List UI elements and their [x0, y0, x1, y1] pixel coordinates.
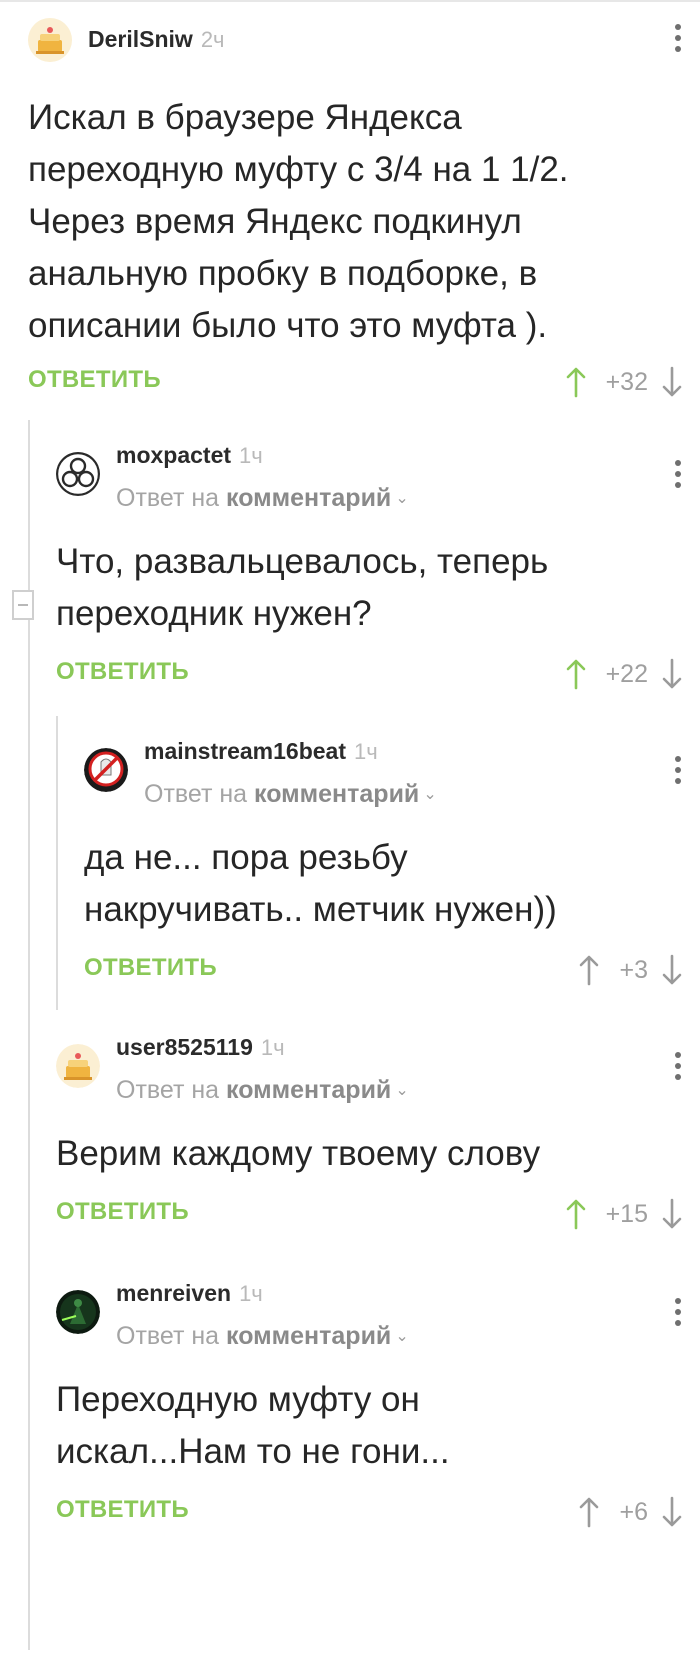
comment-text: Переходную муфту он искал...Нам то не го…: [56, 1380, 450, 1471]
reply-button[interactable]: ОТВЕТИТЬ: [56, 1198, 189, 1226]
author-name[interactable]: moxpactet: [116, 442, 231, 468]
minus-icon: [18, 604, 28, 606]
upvote-arrow-icon[interactable]: [564, 1197, 588, 1231]
comment-author[interactable]: user8525119 1ч: [116, 1034, 285, 1061]
reply-to-link[interactable]: Ответ на комментарий ⌄: [116, 1322, 409, 1351]
upvote-arrow-icon[interactable]: [577, 1495, 601, 1529]
chevron-down-icon: ⌄: [423, 786, 437, 803]
comment: mainstream16beat 1ч Ответ на комментарий ⌄…: [84, 738, 700, 992]
cake-avatar-icon[interactable]: [28, 18, 72, 62]
comment-time: 2ч: [200, 27, 225, 52]
comment: user8525119 1ч Ответ на комментарий ⌄ Вери…: [56, 1034, 700, 1236]
author-name[interactable]: mainstream16beat: [144, 738, 346, 764]
vote-controls: +6: [577, 1490, 684, 1534]
vote-score: +32: [605, 367, 648, 396]
comment-author[interactable]: moxpactet 1ч: [116, 442, 263, 469]
reply-button[interactable]: ОТВЕТИТЬ: [56, 1496, 189, 1524]
green-figure-avatar-icon[interactable]: [56, 1290, 100, 1334]
top-divider: [0, 0, 700, 2]
chevron-down-icon: ⌄: [395, 1082, 409, 1099]
downvote-arrow-icon[interactable]: [660, 365, 684, 399]
reply-to-link[interactable]: Ответ на комментарий ⌄: [116, 484, 409, 513]
vote-controls: +22: [564, 652, 684, 696]
thread-line-level2: [56, 716, 58, 1010]
vote-controls: +3: [577, 948, 684, 992]
reply-button[interactable]: ОТВЕТИТЬ: [28, 366, 161, 394]
comment-text: да не... пора резьбу накручивать.. метчи…: [84, 838, 557, 929]
comment-author[interactable]: DerilSniw 2ч: [88, 26, 225, 53]
comment-time: 1ч: [260, 1035, 285, 1060]
reply-button[interactable]: ОТВЕТИТЬ: [84, 954, 217, 982]
vote-controls: +15: [564, 1192, 684, 1236]
reply-to-link[interactable]: Ответ на комментарий ⌄: [144, 780, 437, 809]
cake-avatar-icon[interactable]: [56, 1044, 100, 1088]
upvote-arrow-icon[interactable]: [564, 365, 588, 399]
comment: menreiven 1ч Ответ на комментарий ⌄ Перехо…: [56, 1280, 700, 1534]
comment-text: Искал в браузере Яндекса переходную муфт…: [28, 98, 569, 345]
comment-text: Что, развальцевалось, теперь переходник …: [56, 542, 549, 633]
ghostbusters-avatar-icon[interactable]: [84, 748, 128, 792]
vote-score: +3: [619, 955, 648, 984]
upvote-arrow-icon[interactable]: [564, 657, 588, 691]
downvote-arrow-icon[interactable]: [660, 953, 684, 987]
comment-time: 1ч: [239, 1281, 263, 1306]
vote-controls: +32: [564, 360, 684, 404]
more-options-icon[interactable]: [674, 1052, 682, 1084]
author-name[interactable]: menreiven: [116, 1280, 231, 1306]
more-options-icon[interactable]: [674, 756, 682, 788]
collapse-thread-button[interactable]: [12, 590, 34, 620]
vote-score: +6: [619, 1497, 648, 1526]
comment-time: 1ч: [354, 739, 378, 764]
author-name[interactable]: user8525119: [116, 1034, 253, 1060]
downvote-arrow-icon[interactable]: [660, 657, 684, 691]
reply-button[interactable]: ОТВЕТИТЬ: [56, 658, 189, 686]
upvote-arrow-icon[interactable]: [577, 953, 601, 987]
more-options-icon[interactable]: [674, 24, 682, 56]
vote-score: +15: [605, 1199, 648, 1228]
author-name[interactable]: DerilSniw: [88, 26, 193, 52]
reply-to-link[interactable]: Ответ на комментарий ⌄: [116, 1076, 409, 1105]
comment: DerilSniw 2ч Искал в браузере Яндекса пер…: [28, 18, 700, 404]
chevron-down-icon: ⌄: [395, 490, 409, 507]
comment-text: Верим каждому твоему слову: [56, 1134, 541, 1173]
more-options-icon[interactable]: [674, 1298, 682, 1330]
comment-time: 1ч: [239, 443, 263, 468]
comment-author[interactable]: menreiven 1ч: [116, 1280, 263, 1307]
more-options-icon[interactable]: [674, 460, 682, 492]
vote-score: +22: [605, 659, 648, 688]
comment-author[interactable]: mainstream16beat 1ч: [144, 738, 378, 765]
downvote-arrow-icon[interactable]: [660, 1197, 684, 1231]
triskelion-avatar-icon[interactable]: [56, 452, 100, 496]
comment: moxpactet 1ч Ответ на комментарий ⌄ Что, р…: [56, 442, 700, 696]
downvote-arrow-icon[interactable]: [660, 1495, 684, 1529]
chevron-down-icon: ⌄: [395, 1328, 409, 1345]
